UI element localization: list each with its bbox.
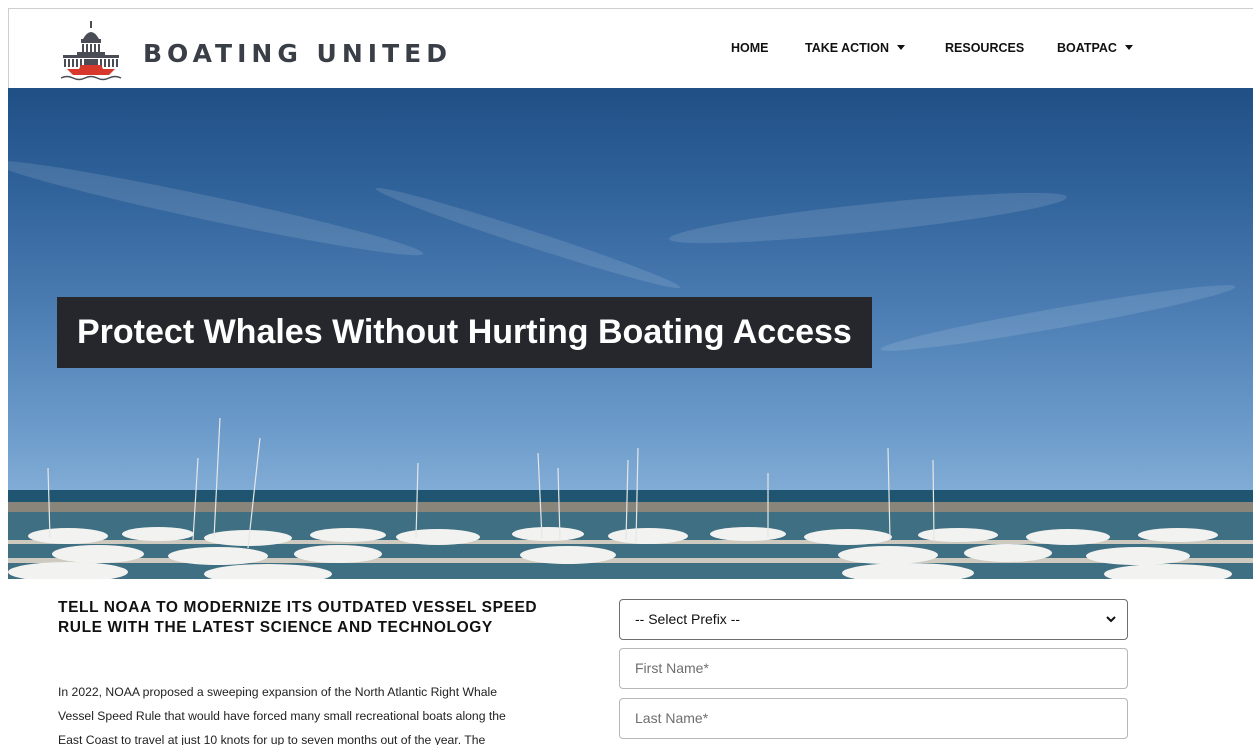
page: BOATING UNITED HOME TAKE ACTION RESOURCE… <box>0 0 1253 745</box>
nav-take-action[interactable]: TAKE ACTION <box>805 41 906 55</box>
caret-down-icon <box>1124 45 1133 50</box>
nav-take-action-label: TAKE ACTION <box>805 41 890 55</box>
site-header: BOATING UNITED HOME TAKE ACTION RESOURCE… <box>8 8 1253 88</box>
action-heading-line-2: RULE WITH THE LATEST SCIENCE AND TECHNOL… <box>58 619 493 636</box>
intro-paragraph-line-1: In 2022, NOAA proposed a sweeping expans… <box>58 685 498 699</box>
prefix-select-value: -- Select Prefix -- <box>635 611 741 627</box>
action-heading: TELL NOAA TO MODERNIZE ITS OUTDATED VESS… <box>58 598 578 638</box>
first-name-placeholder: First Name* <box>635 660 709 676</box>
brand-name[interactable]: BOATING UNITED <box>143 39 452 68</box>
first-name-field[interactable]: First Name* <box>619 648 1128 689</box>
nav-home-label: HOME <box>731 41 769 55</box>
nav-resources-label: RESOURCES <box>945 41 1025 55</box>
intro-paragraph-line-3: East Coast to travel at just 10 knots fo… <box>58 733 486 745</box>
nav-home[interactable]: HOME <box>731 41 769 55</box>
nav-boatpac-label: BOATPAC <box>1057 41 1117 55</box>
hero-banner: Protect Whales Without Hurting Boating A… <box>8 88 1253 579</box>
intro-paragraph-line-2: Vessel Speed Rule that would have forced… <box>58 709 506 723</box>
hero-title: Protect Whales Without Hurting Boating A… <box>57 297 872 368</box>
prefix-select[interactable]: -- Select Prefix -- <box>619 599 1128 640</box>
intro-paragraph: In 2022, NOAA proposed a sweeping expans… <box>58 680 593 745</box>
last-name-placeholder: Last Name* <box>635 710 709 726</box>
caret-down-icon <box>897 45 906 50</box>
nav-boatpac[interactable]: BOATPAC <box>1057 41 1133 55</box>
action-heading-line-1: TELL NOAA TO MODERNIZE ITS OUTDATED VESS… <box>58 599 538 616</box>
capitol-boat-logo-icon[interactable] <box>57 19 125 81</box>
last-name-field[interactable]: Last Name* <box>619 698 1128 739</box>
nav-resources[interactable]: RESOURCES <box>945 41 1024 55</box>
chevron-down-icon <box>1106 616 1116 623</box>
